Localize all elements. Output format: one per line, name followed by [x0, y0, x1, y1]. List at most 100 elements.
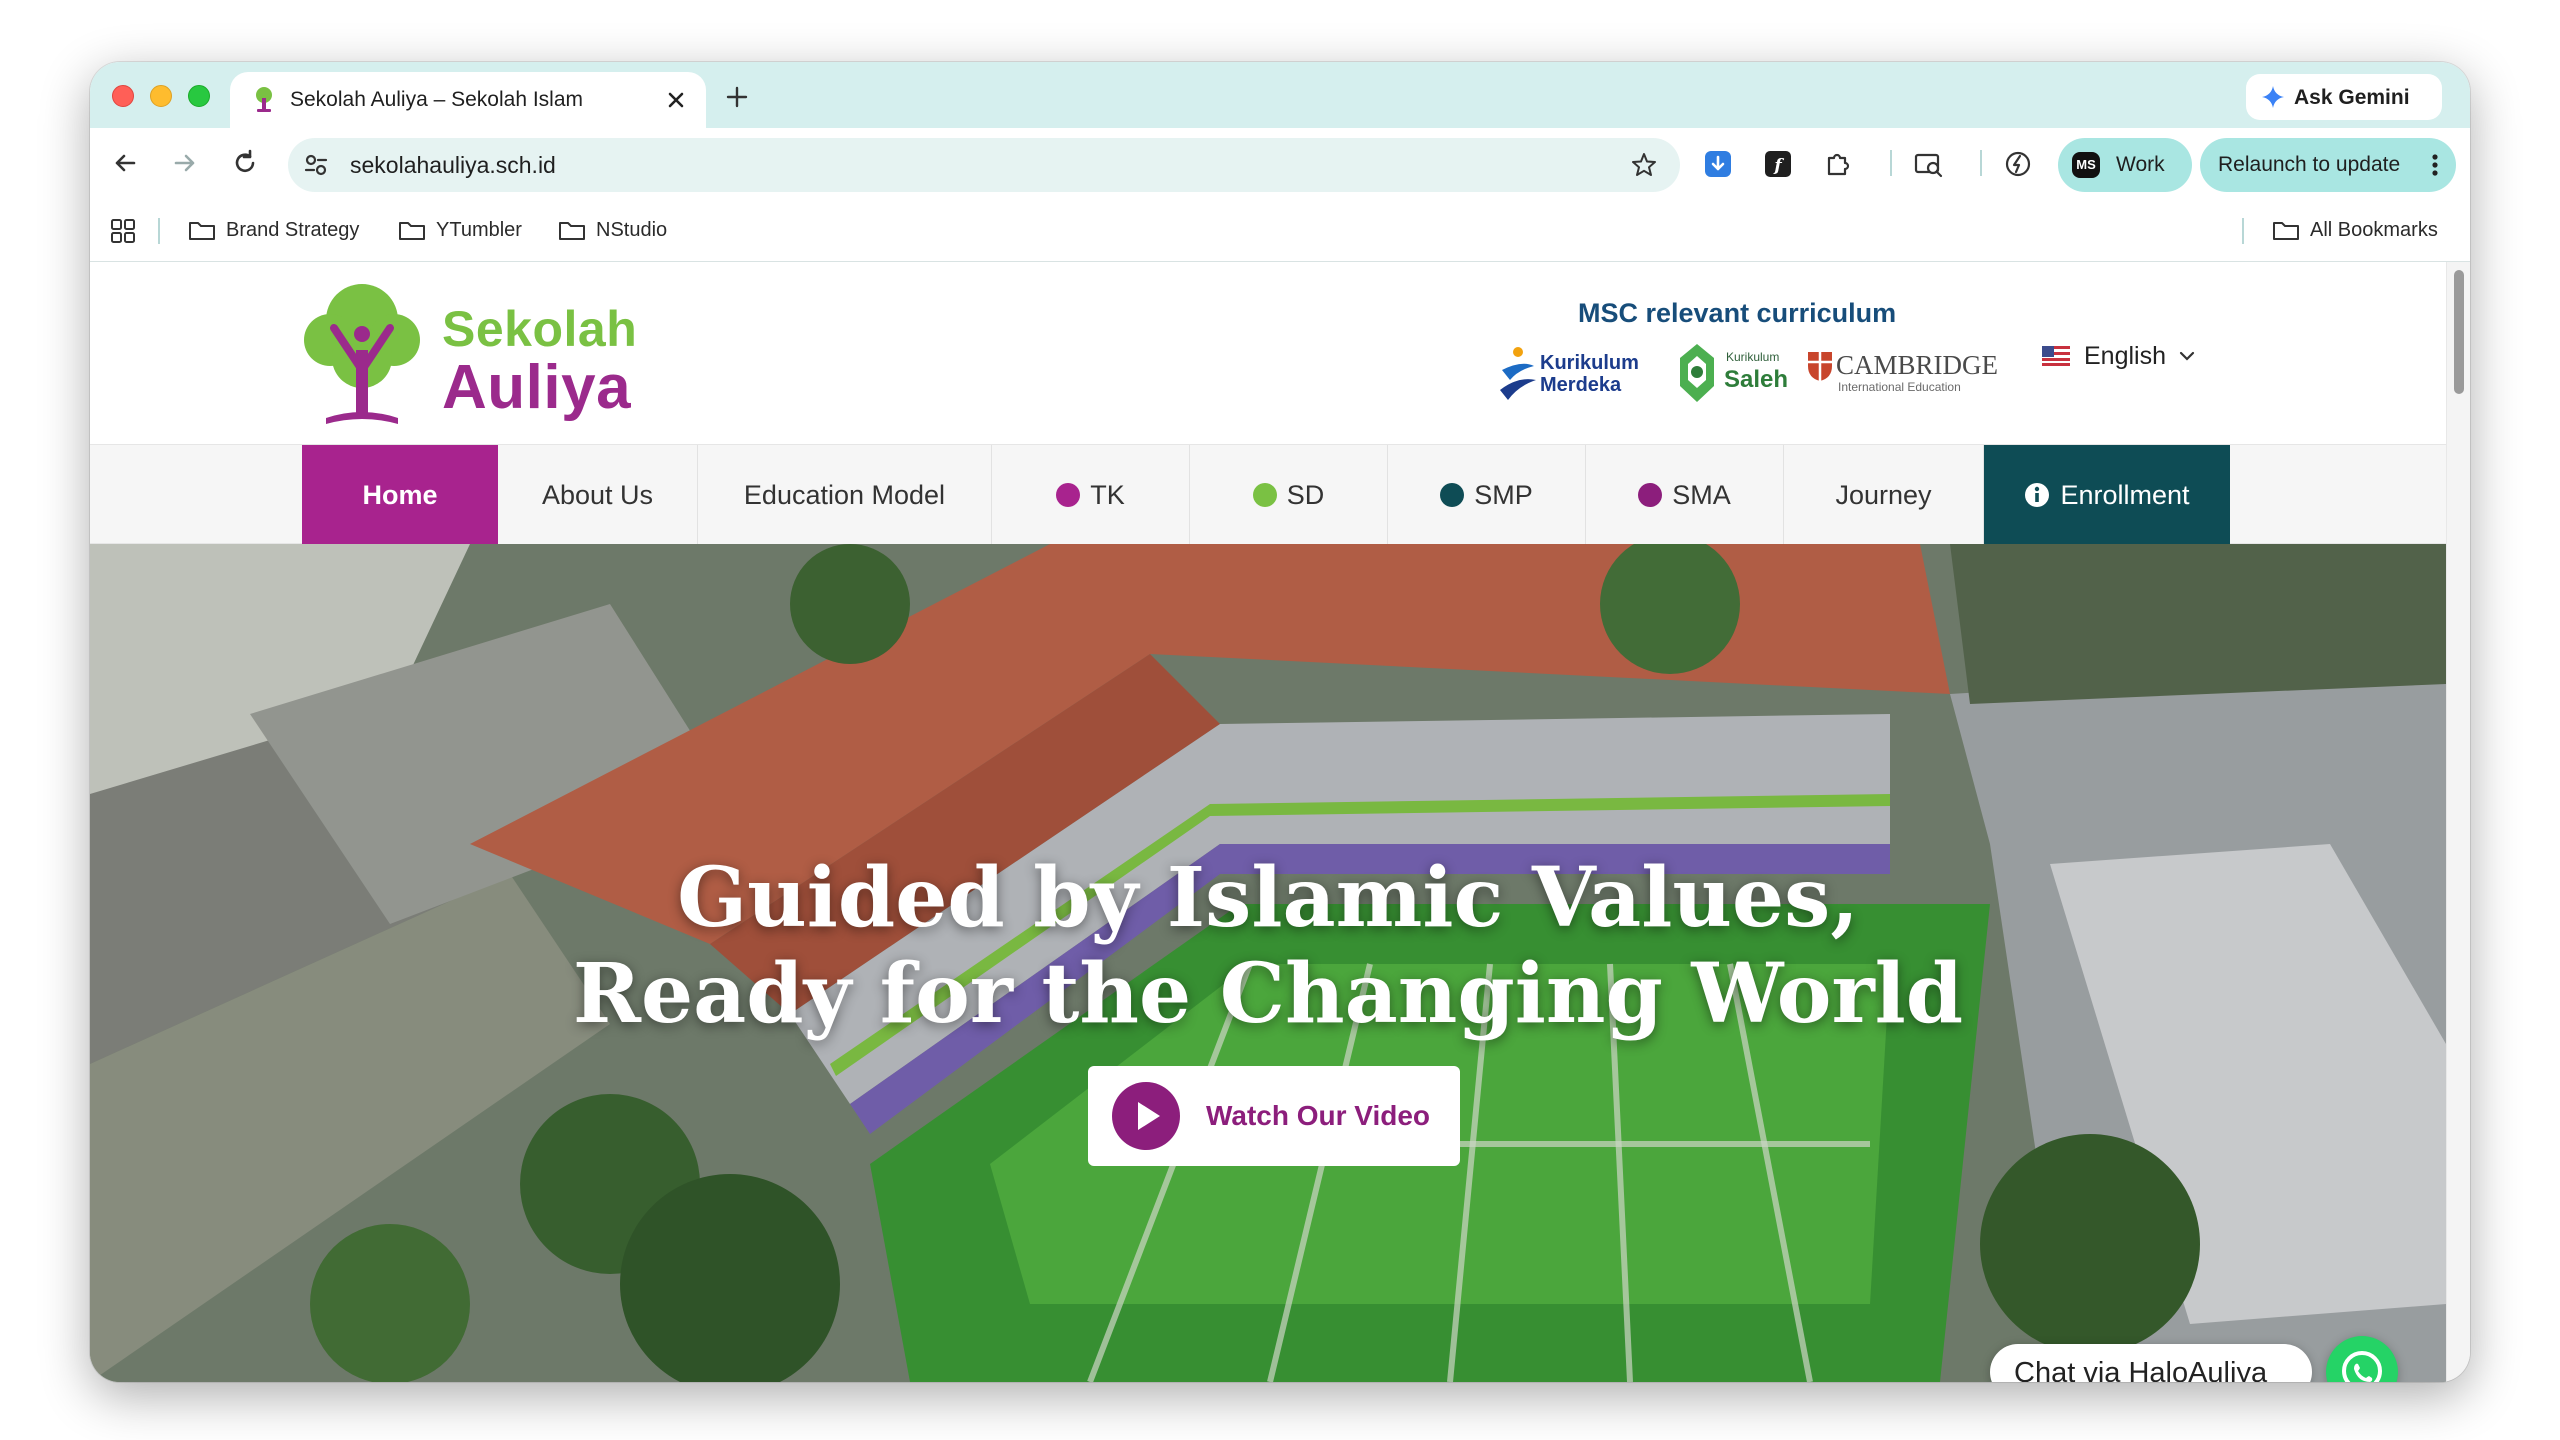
chat-label-bubble[interactable]: Chat via HaloAuliya: [1990, 1344, 2312, 1382]
folder-icon: [399, 222, 425, 240]
more-options-icon[interactable]: [2428, 152, 2442, 178]
kurikulum-merdeka-text: Kurikulum Merdeka: [1540, 352, 1639, 396]
tk-dot-icon: [1056, 483, 1081, 507]
smp-dot-icon: [1440, 483, 1465, 507]
sma-dot-icon: [1638, 483, 1663, 507]
webpage: Sekolah Auliya MSC relevant curriculum K…: [90, 262, 2446, 1382]
download-extension-icon[interactable]: [1702, 148, 1734, 180]
ask-gemini-button[interactable]: Ask Gemini: [2246, 74, 2442, 120]
info-icon: [2025, 483, 2050, 507]
toolbar-separator: [1980, 150, 1982, 176]
kurikulum-merdeka-mark-icon: [1500, 347, 1536, 400]
watch-video-label: Watch Our Video: [1206, 1100, 1431, 1131]
reading-mode-icon[interactable]: [1912, 148, 1944, 180]
gemini-sparkle-icon: [2262, 86, 2284, 108]
bookmarks-bar: Brand Strategy YTumbler NStudio All Book…: [90, 198, 2470, 262]
reload-icon[interactable]: [228, 146, 262, 180]
site-header: Sekolah Auliya MSC relevant curriculum K…: [90, 262, 2446, 444]
minimize-window-button[interactable]: [150, 85, 172, 107]
kurikulum-saleh-logo: Kurikulum Saleh: [1674, 342, 1788, 406]
nav-label: Enrollment: [2060, 479, 2190, 510]
nav-item-about-us[interactable]: About Us: [498, 445, 698, 545]
toolbar-separator: [1890, 150, 1892, 176]
maximize-window-button[interactable]: [188, 85, 210, 107]
nav-label: TK: [1090, 479, 1125, 510]
bookmarks-separator: [158, 218, 160, 244]
all-bookmarks-button[interactable]: All Bookmarks: [2272, 215, 2438, 245]
nav-item-education-model[interactable]: Education Model: [698, 445, 992, 545]
language-label: English: [2084, 341, 2166, 370]
nav-label: Journey: [1835, 479, 1932, 510]
cambridge-subtext: International Education: [1838, 380, 1961, 394]
tree-logo-icon[interactable]: [300, 278, 424, 432]
nav-item-sd[interactable]: SD: [1190, 445, 1388, 545]
tab-title: Sekolah Auliya – Sekolah Islam: [290, 88, 584, 111]
kurikulum-merdeka-logo: Kurikulum Merdeka: [1496, 344, 1656, 404]
new-tab-icon[interactable]: [722, 82, 752, 112]
bookmark-label: Brand Strategy: [226, 218, 360, 241]
nav-item-sma[interactable]: SMA: [1586, 445, 1784, 545]
play-button-circle: [1112, 1082, 1180, 1150]
profile-avatar: MS: [2072, 152, 2100, 178]
tab-active[interactable]: Sekolah Auliya – Sekolah Islam: [230, 72, 706, 128]
performance-icon[interactable]: [2002, 148, 2034, 180]
play-icon: [1138, 1102, 1160, 1130]
nav-label: SMA: [1672, 479, 1731, 510]
whatsapp-icon: [2342, 1351, 2382, 1382]
hero-title: Guided by Islamic Values, Ready for the …: [90, 850, 2446, 1042]
ks-line2: Saleh: [1724, 366, 1789, 393]
bookmark-folder-nstudio[interactable]: NStudio: [558, 215, 667, 245]
folder-icon: [189, 222, 215, 240]
nav-item-home[interactable]: Home: [302, 445, 498, 545]
tab-strip: Sekolah Auliya – Sekolah Islam Ask Gemin…: [90, 62, 2470, 128]
cambridge-shield-icon: [1808, 352, 1832, 381]
folder-icon: [2273, 222, 2299, 240]
relaunch-label: Relaunch to update: [2218, 153, 2401, 176]
relaunch-update-button[interactable]: Relaunch to update: [2200, 138, 2456, 192]
bookmark-star-icon[interactable]: [1630, 151, 1658, 179]
curriculum-heading: MSC relevant curriculum: [1578, 298, 1897, 328]
tree-favicon-icon: [256, 87, 272, 112]
profile-work-button[interactable]: MS Work: [2058, 138, 2192, 192]
scrollbar-thumb[interactable]: [2454, 270, 2464, 394]
all-bookmarks-label: All Bookmarks: [2310, 218, 2438, 241]
nav-label: SD: [1286, 479, 1325, 510]
sd-dot-icon: [1252, 483, 1277, 507]
bookmarks-separator: [2242, 218, 2244, 244]
watch-video-button[interactable]: Watch Our Video: [1088, 1066, 1460, 1166]
bookmark-label: YTumbler: [436, 218, 522, 241]
close-window-button[interactable]: [112, 85, 134, 107]
ks-line1: Kurikulum: [1726, 350, 1780, 364]
extensions-puzzle-icon[interactable]: [1822, 148, 1854, 180]
page-scrollbar[interactable]: [2446, 262, 2470, 1382]
nav-label: Education Model: [743, 479, 946, 510]
nav-label: SMP: [1474, 479, 1533, 510]
bookmark-folder-ytumbler[interactable]: YTumbler: [398, 215, 522, 245]
language-selector[interactable]: English: [2042, 338, 2196, 374]
km-line1: Kurikulum: [1540, 352, 1639, 374]
forward-arrow-icon[interactable]: [168, 146, 202, 180]
nav-item-tk[interactable]: TK: [992, 445, 1190, 545]
nav-item-enrollment[interactable]: Enrollment: [1984, 445, 2230, 545]
back-arrow-icon[interactable]: [108, 146, 142, 180]
nav-label: About Us: [541, 479, 654, 510]
whatsapp-chat-button[interactable]: [2326, 1336, 2398, 1382]
logo-text-sekolah: Sekolah: [442, 301, 638, 357]
site-settings-icon[interactable]: [300, 149, 332, 181]
bookmark-label: NStudio: [596, 218, 668, 241]
nav-item-journey[interactable]: Journey: [1784, 445, 1984, 545]
browser-window: Sekolah Auliya – Sekolah Islam Ask Gemin…: [90, 62, 2470, 1382]
chat-label: Chat via HaloAuliya: [2014, 1357, 2268, 1382]
font-extension-icon[interactable]: f: [1762, 148, 1794, 180]
main-navigation: Home About Us Education Model TK SD SMP: [90, 444, 2446, 545]
kurikulum-saleh-mark-icon: [1680, 344, 1714, 402]
hero-section: Guided by Islamic Values, Ready for the …: [90, 544, 2446, 1382]
url-text: sekolahauliya.sch.id: [350, 152, 556, 178]
apps-grid-icon[interactable]: [110, 218, 136, 244]
address-bar[interactable]: sekolahauliya.sch.id: [288, 138, 1680, 192]
cambridge-text: CAMBRIDGE: [1836, 350, 1999, 380]
close-tab-icon[interactable]: [662, 86, 690, 114]
bookmark-folder-brand-strategy[interactable]: Brand Strategy: [188, 215, 359, 245]
nav-item-smp[interactable]: SMP: [1388, 445, 1586, 545]
cambridge-logo: CAMBRIDGE International Education: [1806, 348, 2006, 398]
